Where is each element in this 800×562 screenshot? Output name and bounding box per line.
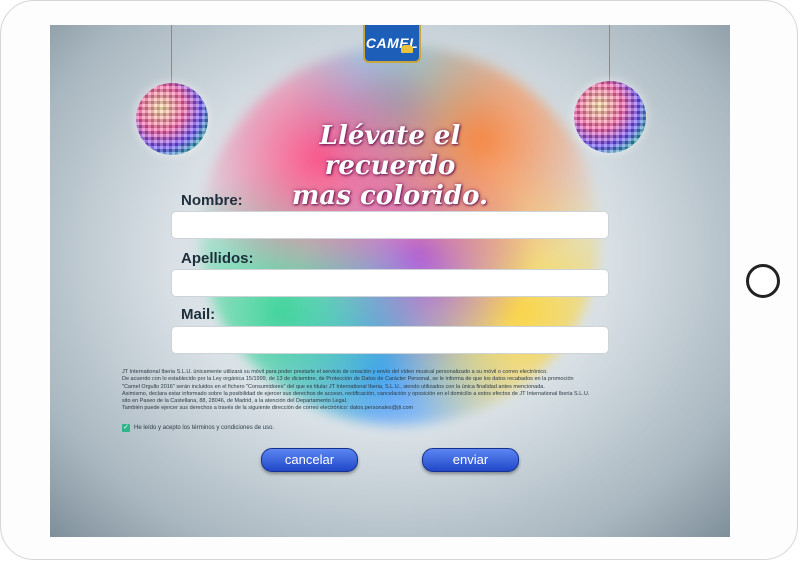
camel-logo: CAMEL — [363, 25, 421, 63]
legal-line-2: De acuerdo con lo establecido por la Ley… — [122, 376, 574, 383]
apellidos-label: Apellidos: — [181, 250, 254, 267]
disco-ball-right-icon — [574, 81, 646, 153]
nombre-label: Nombre: — [181, 192, 243, 209]
legal-line-1: JT International Iberia S.L.U. únicament… — [122, 369, 548, 375]
terms-checkbox[interactable]: ✓ — [122, 424, 130, 432]
headline-line1: Llévate el recuerdo — [319, 121, 461, 181]
submit-button[interactable]: enviar — [422, 448, 519, 472]
mail-label: Mail: — [181, 306, 216, 323]
apellidos-input[interactable] — [171, 269, 609, 297]
legal-line-6: También puede ejercer sus derechos a tra… — [122, 405, 414, 412]
cancel-button[interactable]: cancelar — [261, 448, 358, 472]
app-screen: CAMEL Llévate el recuerdo mas colorido. … — [50, 25, 730, 537]
disco-ball-string-left — [171, 25, 172, 89]
legal-text: JT International Iberia S.L.U. únicament… — [122, 369, 682, 413]
tablet-frame: CAMEL Llévate el recuerdo mas colorido. … — [0, 0, 798, 560]
nombre-input[interactable] — [171, 211, 609, 239]
headline-line2: mas colorido. — [291, 181, 489, 211]
mail-input[interactable] — [171, 326, 609, 354]
headline: Llévate el recuerdo mas colorido. — [250, 121, 530, 211]
disco-ball-left-icon — [136, 83, 208, 155]
terms-consent-row: ✓ He leído y acepto los términos y condi… — [122, 423, 274, 433]
camel-icon — [401, 45, 413, 53]
disco-ball-string-right — [609, 25, 610, 87]
terms-checkbox-label: He leído y acepto los términos y condici… — [134, 425, 275, 431]
legal-line-4: Asimismo, declara estar informado sobre … — [122, 390, 590, 397]
legal-line-3: "Camel Orgullo 2016" serán incluidos en … — [122, 383, 545, 390]
legal-line-5: sito en Paseo de la Castellana, 88, 2804… — [122, 398, 348, 405]
home-button[interactable] — [746, 264, 780, 298]
